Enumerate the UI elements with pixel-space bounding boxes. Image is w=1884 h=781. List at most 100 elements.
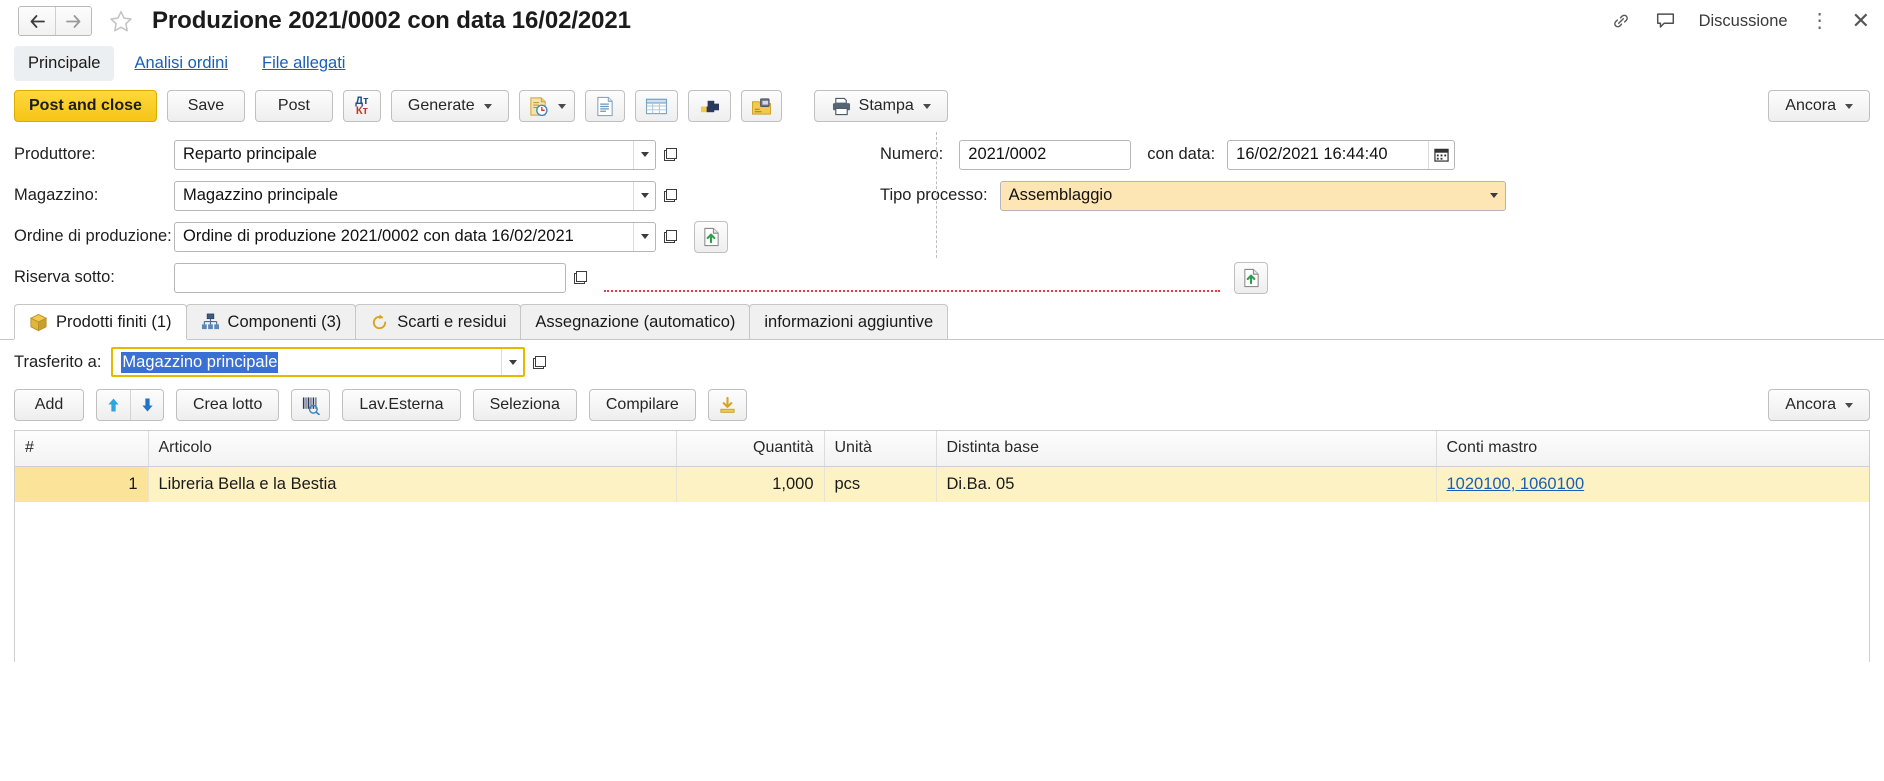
table-report-icon <box>645 98 667 114</box>
calendar-button[interactable] <box>1428 140 1454 169</box>
riserva-value[interactable] <box>175 264 565 292</box>
produttore-dropdown-button[interactable] <box>633 140 655 169</box>
ordine-dropdown-button[interactable] <box>633 222 655 251</box>
ordine-fill-button[interactable] <box>694 220 728 253</box>
arrow-down-icon <box>141 398 153 412</box>
riserva-open-button[interactable] <box>566 263 594 293</box>
download-button[interactable] <box>707 389 747 421</box>
form-divider <box>936 132 937 258</box>
tab-assegnazione[interactable]: Assegnazione (automatico) <box>520 304 751 339</box>
transfer-value-cell[interactable]: Magazzino principale <box>113 349 501 375</box>
lav-esterna-button[interactable]: Lav.Esterna <box>342 389 461 421</box>
tipo-processo-value[interactable]: Assemblaggio <box>1001 182 1483 210</box>
tab-informazioni-aggiuntive[interactable]: informazioni aggiuntive <box>749 304 949 339</box>
save-button[interactable]: Save <box>166 90 245 122</box>
transfer-dropdown-button[interactable] <box>501 349 523 375</box>
column-header-distinta-base[interactable]: Distinta base <box>936 431 1437 467</box>
calendar-icon <box>1434 148 1449 162</box>
column-header-articolo[interactable]: Articolo <box>148 431 677 467</box>
tab-scarti-residui[interactable]: Scarti e residui <box>355 304 522 339</box>
post-button[interactable]: Post <box>254 90 333 122</box>
cell-distinta-base[interactable]: Di.Ba. 05 <box>936 466 1437 502</box>
ancora-toolbar-button[interactable]: Ancora <box>1768 90 1870 122</box>
structure-blocks-button[interactable] <box>687 90 731 122</box>
post-and-close-button[interactable]: Post and close <box>14 90 157 122</box>
table-body: 1 Libreria Bella e la Bestia 1,000 pcs D… <box>15 466 1869 502</box>
tab-analisi-ordini[interactable]: Analisi ordini <box>120 46 242 81</box>
tab-file-allegati[interactable]: File allegati <box>248 46 359 81</box>
cell-unita[interactable]: pcs <box>824 466 937 502</box>
tab-principale[interactable]: Principale <box>14 45 115 81</box>
crea-lotto-button[interactable]: Crea lotto <box>176 389 280 421</box>
column-header-conti-mastro[interactable]: Conti mastro <box>1436 431 1869 467</box>
ordine-value[interactable]: Ordine di produzione 2021/0002 con data … <box>175 223 633 251</box>
chevron-down-icon <box>1845 103 1853 109</box>
ancora-grid-button[interactable]: Ancora <box>1768 389 1870 421</box>
produttore-combo[interactable]: Reparto principale <box>174 139 656 170</box>
table-report-button[interactable] <box>634 90 678 122</box>
magazzino-value[interactable]: Magazzino principale <box>175 182 633 210</box>
produttore-value[interactable]: Reparto principale <box>175 141 633 169</box>
compilare-button[interactable]: Compilare <box>588 389 696 421</box>
transfer-combo[interactable]: Magazzino principale <box>111 347 526 377</box>
debit-credit-button[interactable]: Дт Кт <box>342 90 381 122</box>
riserva-fill-button[interactable] <box>1234 261 1268 294</box>
discussion-label[interactable]: Discussione <box>1699 12 1788 31</box>
column-header-unita[interactable]: Unità <box>824 431 937 467</box>
link-icon[interactable] <box>1610 10 1632 32</box>
folder-secure-icon <box>751 97 771 115</box>
cell-quantita[interactable]: 1,000 <box>676 466 825 502</box>
document-report-button[interactable] <box>584 90 625 122</box>
comment-icon[interactable] <box>1654 10 1677 32</box>
report-schedule-button[interactable] <box>518 90 575 122</box>
barcode-scan-icon <box>303 396 321 415</box>
add-button[interactable]: Add <box>14 389 84 421</box>
recycle-icon <box>373 313 387 329</box>
condata-value[interactable]: 16/02/2021 16:44:40 <box>1228 141 1428 169</box>
folder-secure-button[interactable] <box>740 90 782 122</box>
magazzino-dropdown-button[interactable] <box>633 181 655 210</box>
ordine-combo[interactable]: Ordine di produzione 2021/0002 con data … <box>174 221 656 252</box>
star-icon[interactable] <box>108 9 134 34</box>
move-down-button[interactable] <box>130 390 163 420</box>
open-record-icon <box>532 355 546 369</box>
arrow-up-icon <box>108 398 119 412</box>
cell-articolo[interactable]: Libreria Bella e la Bestia <box>148 466 677 502</box>
magazzino-combo[interactable]: Magazzino principale <box>174 180 656 211</box>
seleziona-button[interactable]: Seleziona <box>472 389 577 421</box>
open-record-icon <box>663 230 677 243</box>
tipo-processo-dropdown-button[interactable] <box>1483 182 1505 210</box>
ordine-open-button[interactable] <box>656 222 684 252</box>
stampa-button[interactable]: Stampa <box>813 90 948 122</box>
column-header-quantita[interactable]: Quantità <box>676 431 825 467</box>
download-icon <box>720 396 735 413</box>
back-button[interactable] <box>19 7 55 35</box>
riserva-combo[interactable] <box>174 262 566 293</box>
form-area: Produttore: Reparto principale Numero: 2… <box>0 128 1884 298</box>
kebab-menu-icon[interactable]: ⋮ <box>1810 11 1830 31</box>
column-header-number[interactable]: # <box>15 431 149 467</box>
condata-label: con data: <box>1147 145 1216 163</box>
cell-conti-mastro[interactable]: 1020100, 1060100 <box>1436 466 1869 502</box>
barcode-scan-button[interactable] <box>291 389 331 421</box>
printer-icon <box>832 97 850 115</box>
magazzino-open-button[interactable] <box>656 181 684 211</box>
tab-componenti[interactable]: Componenti (3) <box>185 304 357 339</box>
cell-number[interactable]: 1 <box>15 466 149 502</box>
close-icon[interactable]: ✕ <box>1852 10 1870 32</box>
title-bar-actions: Discussione ⋮ ✕ <box>1610 10 1870 32</box>
table-row[interactable]: 1 Libreria Bella e la Bestia 1,000 pcs D… <box>15 466 1869 502</box>
produttore-open-button[interactable] <box>656 140 684 170</box>
transfer-open-button[interactable] <box>525 347 553 377</box>
move-up-button[interactable] <box>97 390 130 420</box>
forward-button[interactable] <box>55 7 91 35</box>
tab-prodotti-finiti[interactable]: Prodotti finiti (1) <box>14 304 187 339</box>
chevron-down-icon <box>640 152 649 157</box>
tipo-processo-combo[interactable]: Assemblaggio <box>999 180 1506 211</box>
numero-input[interactable]: 2021/0002 <box>959 139 1132 170</box>
conti-mastro-link[interactable]: 1020100, 1060100 <box>1447 475 1585 493</box>
magazzino-label: Magazzino: <box>14 186 99 204</box>
transfer-value[interactable]: Magazzino principale <box>121 351 279 373</box>
condata-datefield[interactable]: 16/02/2021 16:44:40 <box>1227 139 1456 170</box>
generate-button[interactable]: Generate <box>390 90 509 122</box>
